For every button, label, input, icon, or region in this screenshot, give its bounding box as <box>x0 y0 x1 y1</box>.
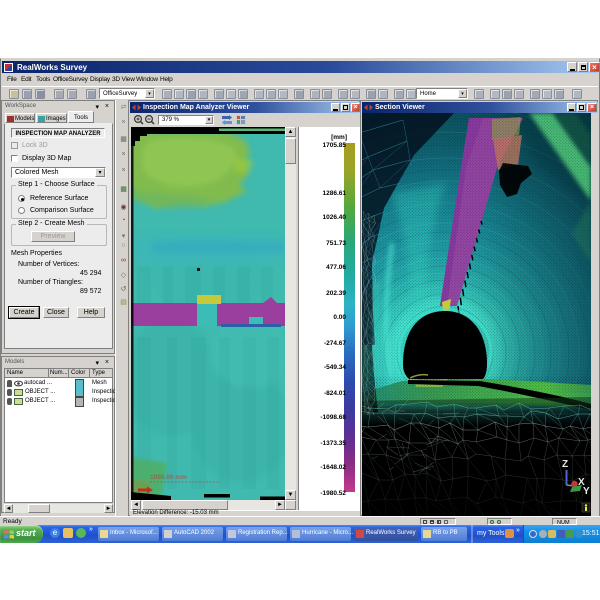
svg-text:[mm]: [mm] <box>331 134 347 141</box>
svg-text:477.06: 477.06 <box>326 264 346 271</box>
svg-text:1286.61: 1286.61 <box>323 190 347 197</box>
svg-text:Z: Z <box>562 459 568 470</box>
svg-text:-1098.68: -1098.68 <box>320 414 346 421</box>
svg-text:1000.00 mm: 1000.00 mm <box>150 474 187 481</box>
svg-text:202.39: 202.39 <box>326 290 346 297</box>
svg-text:1705.85: 1705.85 <box>323 142 347 149</box>
svg-text:751.73: 751.73 <box>326 240 346 247</box>
svg-text:-549.34: -549.34 <box>324 364 346 371</box>
svg-text:-1980.52: -1980.52 <box>320 490 346 497</box>
svg-text:-824.01: -824.01 <box>324 390 346 397</box>
svg-text:-1648.02: -1648.02 <box>320 464 346 471</box>
svg-text:-1373.35: -1373.35 <box>320 440 346 447</box>
svg-text:-274.67: -274.67 <box>324 340 346 347</box>
svg-text:Y: Y <box>583 486 590 497</box>
svg-text:0.00: 0.00 <box>333 314 346 321</box>
svg-text:1026.40: 1026.40 <box>323 214 347 221</box>
